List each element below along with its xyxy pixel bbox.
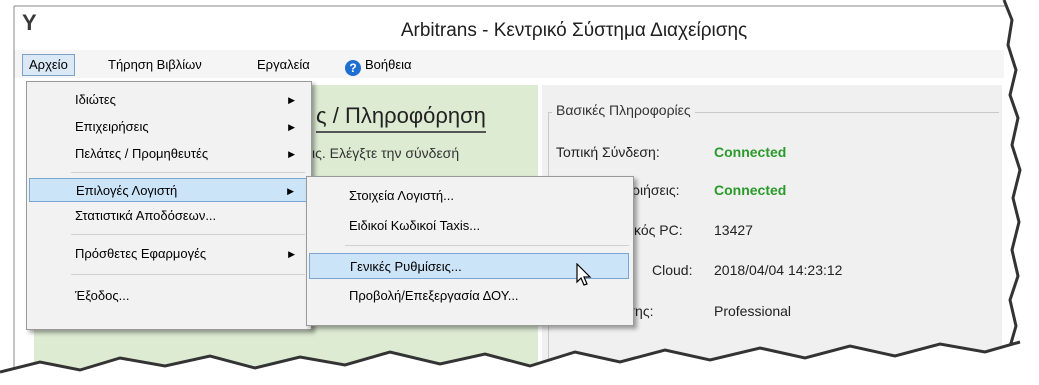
submenu-arrow-icon: ▶ xyxy=(287,186,294,196)
menu-item-label: Έξοδος... xyxy=(75,288,130,303)
submenu-arrow-icon: ▶ xyxy=(288,122,295,132)
info-group-title: Βασικές Πληροφορίες xyxy=(552,102,695,118)
file-menu-dropdown: Ιδιώτες ▶ Επιχειρήσεις ▶ Πελάτες / Προμη… xyxy=(26,81,312,330)
info-label: Cloud: xyxy=(652,262,693,278)
menu-item-individuals[interactable]: Ιδιώτες ▶ xyxy=(29,88,307,112)
window-title: Arbitrans - Κεντρικό Σύστημα Διαχείρισης xyxy=(400,20,748,41)
info-value-status: Connected xyxy=(714,182,787,198)
menu-item-businesses[interactable]: Επιχειρήσεις ▶ xyxy=(29,115,307,139)
menu-tools[interactable]: Εργαλεία xyxy=(251,55,316,75)
menu-item-statistics[interactable]: Στατιστικά Αποδόσεων... xyxy=(29,204,307,228)
help-icon: ? xyxy=(345,60,361,76)
application-window: ς / Πληροφόρηση ις. Ελέγξτε την σύνδεσή … xyxy=(0,0,1039,385)
accountant-submenu: Στοιχεία Λογιστή... Ειδικοί Κωδικοί Taxi… xyxy=(306,176,634,326)
info-label: ριήσεις: xyxy=(632,182,680,198)
submenu-item-accountant-details[interactable]: Στοιχεία Λογιστή... xyxy=(309,183,629,209)
menu-item-label: Πρόσθετες Εφαρμογές xyxy=(75,246,207,261)
menu-item-addons[interactable]: Πρόσθετες Εφαρμογές ▶ xyxy=(29,242,307,266)
info-value: Professional xyxy=(714,303,792,319)
menu-item-label: Πελάτες / Προμηθευτές xyxy=(75,146,209,161)
menu-separator xyxy=(71,172,305,173)
submenu-arrow-icon: ▶ xyxy=(288,95,295,105)
menu-separator xyxy=(71,274,305,275)
menu-item-label: Επιλογές Λογιστή xyxy=(76,183,178,198)
menu-item-exit[interactable]: Έξοδος... xyxy=(29,284,307,308)
menu-item-label: Στατιστικά Αποδόσεων... xyxy=(75,208,217,223)
submenu-arrow-icon: ▶ xyxy=(288,149,295,159)
submenu-item-taxis-codes[interactable]: Ειδικοί Κωδικοί Taxis... xyxy=(309,213,629,239)
submenu-arrow-icon: ▶ xyxy=(288,249,295,259)
menu-help[interactable]: ? Βοήθεια xyxy=(339,55,418,76)
menu-bookkeeping[interactable]: Τήρηση Βιβλίων xyxy=(102,55,208,75)
info-value-status: Connected xyxy=(714,144,787,160)
menu-separator xyxy=(345,245,629,246)
menu-separator xyxy=(71,234,305,235)
menu-help-label: Βοήθεια xyxy=(365,57,412,72)
menu-file[interactable]: Αρχείο xyxy=(22,54,75,76)
menu-item-clients-suppliers[interactable]: Πελάτες / Προμηθευτές ▶ xyxy=(29,142,307,166)
menu-item-label: Επιχειρήσεις xyxy=(75,119,149,134)
mouse-cursor-icon xyxy=(576,263,592,286)
info-label: κός PC: xyxy=(634,222,683,238)
info-value: 2018/04/04 14:23:12 xyxy=(714,262,843,278)
menu-item-accountant-options[interactable]: Επιλογές Λογιστή ▶ xyxy=(29,178,307,202)
info-value: 13427 xyxy=(714,222,753,238)
menu-item-label: Ιδιώτες xyxy=(75,92,116,107)
info-label: Τοπική Σύνδεση: xyxy=(556,144,660,160)
section-title: ς / Πληροφόρηση xyxy=(316,103,486,133)
menu-bar: Αρχείο Τήρηση Βιβλίων Εργαλεία ? Βοήθεια xyxy=(14,50,1004,78)
title-bar: Y Arbitrans - Κεντρικό Σύστημα Διαχείρισ… xyxy=(14,6,1004,52)
connection-message: ις. Ελέγξτε την σύνδεσή xyxy=(312,145,460,161)
